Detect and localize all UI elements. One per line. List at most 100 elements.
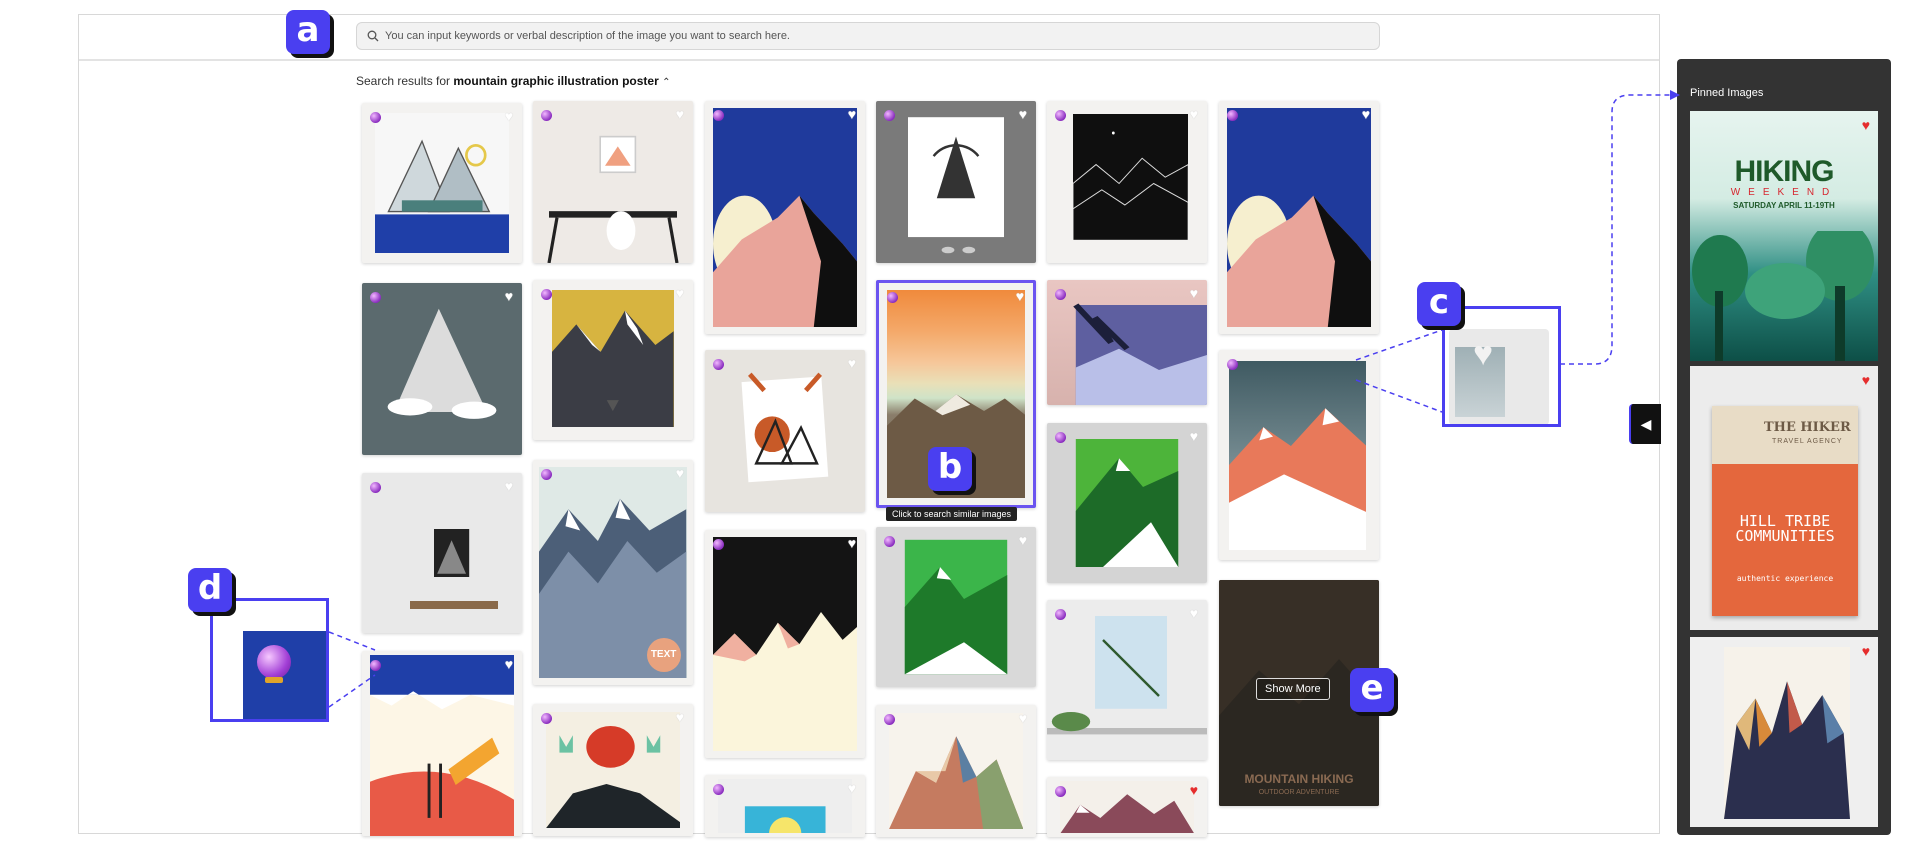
- search-bar[interactable]: You can input keywords or verbal descrip…: [356, 22, 1380, 50]
- pin-date: SATURDAY APRIL 11-19TH: [1733, 201, 1835, 210]
- pin-tagline: authentic experience: [1736, 574, 1834, 583]
- callout-d: d: [188, 568, 232, 612]
- result-tile[interactable]: TEXT ♥: [533, 460, 693, 685]
- ai-orb-icon: [713, 539, 724, 550]
- result-tile[interactable]: ♥: [876, 705, 1036, 837]
- heart-icon[interactable]: ♥: [848, 536, 856, 550]
- triangle-left-icon: ◀: [1640, 416, 1652, 432]
- heart-icon[interactable]: ♥: [1019, 533, 1027, 547]
- callout-b: b: [928, 447, 972, 491]
- search-placeholder: You can input keywords or verbal descrip…: [385, 30, 790, 42]
- ai-orb-icon: [884, 714, 895, 725]
- result-tile[interactable]: ♥: [1047, 101, 1207, 263]
- heart-icon[interactable]: ♥: [676, 286, 684, 300]
- ai-orb-icon: [541, 469, 552, 480]
- result-tile[interactable]: ♥: [705, 530, 865, 758]
- ai-orb-icon: [370, 482, 381, 493]
- ai-orb-icon-zoomed: [257, 645, 291, 679]
- ai-orb-icon: [1055, 432, 1066, 443]
- ai-orb-icon: [884, 110, 895, 121]
- heart-icon[interactable]: ♥: [1190, 107, 1198, 121]
- heart-icon[interactable]: ♥: [1019, 711, 1027, 725]
- zoom-box-d: [210, 598, 329, 722]
- heart-icon[interactable]: ♥: [505, 657, 513, 671]
- ai-orb-icon: [370, 112, 381, 123]
- poster-subtitle: OUTDOOR ADVENTURE: [1258, 789, 1340, 796]
- zoom-box-c: ♥: [1442, 306, 1561, 427]
- pin-agency: TRAVEL AGENCY: [1772, 438, 1843, 445]
- pin-brand: THE HIKER: [1764, 420, 1851, 435]
- heart-icon[interactable]: ♥: [1016, 289, 1024, 303]
- heart-icon[interactable]: ♥: [1190, 429, 1198, 443]
- show-more-button[interactable]: Show More: [1256, 678, 1330, 700]
- pinned-image[interactable]: HIKING WEEKEND SATURDAY APRIL 11-19TH ♥: [1690, 111, 1878, 361]
- result-tile[interactable]: ♥: [362, 473, 522, 633]
- heart-icon-zoomed: ♥: [1473, 335, 1494, 373]
- ai-orb-icon: [887, 292, 898, 303]
- result-tile[interactable]: [1219, 350, 1379, 560]
- ai-orb-icon: [541, 289, 552, 300]
- tooltip: Click to search similar images: [886, 507, 1018, 521]
- heart-icon[interactable]: ♥: [676, 466, 684, 480]
- result-tile[interactable]: ♥: [1047, 600, 1207, 760]
- ai-orb-icon: [1055, 110, 1066, 121]
- chevron-up-icon[interactable]: ⌃: [662, 77, 670, 88]
- ai-orb-icon: [713, 784, 724, 795]
- heart-icon[interactable]: ♥: [848, 107, 856, 121]
- heart-icon[interactable]: ♥: [848, 356, 856, 370]
- heart-icon[interactable]: ♥: [848, 781, 856, 795]
- result-tile[interactable]: ♥: [362, 283, 522, 455]
- callout-e: e: [1350, 668, 1394, 712]
- ai-orb-icon: [541, 713, 552, 724]
- heart-icon[interactable]: ♥: [505, 479, 513, 493]
- collapse-sidebar-button[interactable]: ◀: [1629, 404, 1661, 444]
- result-tile[interactable]: ♥: [876, 527, 1036, 687]
- result-tile[interactable]: ♥: [533, 101, 693, 263]
- pinned-title: Pinned Images: [1690, 87, 1764, 99]
- result-tile[interactable]: ♥: [1047, 280, 1207, 405]
- result-tile[interactable]: ♥: [876, 101, 1036, 263]
- ai-orb-icon: [370, 660, 381, 671]
- pin-headline: HILL TRIBE COMMUNITIES: [1735, 512, 1835, 545]
- ai-orb-icon: [1227, 110, 1238, 121]
- result-tile[interactable]: ♥: [705, 775, 865, 837]
- result-tile[interactable]: ♥: [1047, 423, 1207, 583]
- heart-icon[interactable]: ♥: [1190, 606, 1198, 620]
- text-badge: TEXT: [646, 638, 681, 673]
- result-tile[interactable]: ♥: [705, 101, 865, 334]
- result-tile[interactable]: ♥: [1219, 101, 1379, 334]
- result-tile[interactable]: ♥: [362, 103, 522, 263]
- ai-orb-icon: [884, 536, 895, 547]
- result-tile[interactable]: ♥: [1047, 777, 1207, 837]
- result-tile[interactable]: ♥: [705, 350, 865, 512]
- pinned-image[interactable]: ♥: [1690, 637, 1878, 827]
- ai-orb-icon: [713, 359, 724, 370]
- results-prefix: Search results for: [356, 74, 451, 88]
- heart-icon[interactable]: ♥: [505, 109, 513, 123]
- heart-icon-active[interactable]: ♥: [1862, 372, 1870, 388]
- ai-orb-icon: [1055, 786, 1066, 797]
- results-header: Search results for mountain graphic illu…: [356, 74, 670, 88]
- heart-icon[interactable]: ♥: [676, 710, 684, 724]
- ai-orb-icon: [1227, 359, 1238, 370]
- result-tile[interactable]: ♥: [362, 651, 522, 836]
- heart-icon[interactable]: ♥: [1019, 107, 1027, 121]
- ai-orb-icon: [713, 110, 724, 121]
- pin-subtitle: WEEKEND: [1730, 187, 1838, 198]
- callout-a: a: [286, 10, 330, 54]
- heart-icon[interactable]: ♥: [1190, 286, 1198, 300]
- result-tile[interactable]: ♥: [533, 704, 693, 836]
- heart-icon[interactable]: ♥: [1362, 107, 1370, 121]
- heart-icon-active[interactable]: ♥: [1862, 117, 1870, 133]
- ai-orb-icon: [1055, 289, 1066, 300]
- result-tile[interactable]: ♥: [533, 280, 693, 440]
- ai-orb-icon: [1055, 609, 1066, 620]
- pinned-image[interactable]: THE HIKER TRAVEL AGENCY HILL TRIBE COMMU…: [1690, 366, 1878, 630]
- heart-icon-active[interactable]: ♥: [1862, 643, 1870, 659]
- heart-icon-active[interactable]: ♥: [1190, 783, 1198, 797]
- ai-orb-icon: [370, 292, 381, 303]
- search-icon: [367, 30, 379, 42]
- heart-icon[interactable]: ♥: [676, 107, 684, 121]
- ai-orb-icon: [541, 110, 552, 121]
- heart-icon[interactable]: ♥: [505, 289, 513, 303]
